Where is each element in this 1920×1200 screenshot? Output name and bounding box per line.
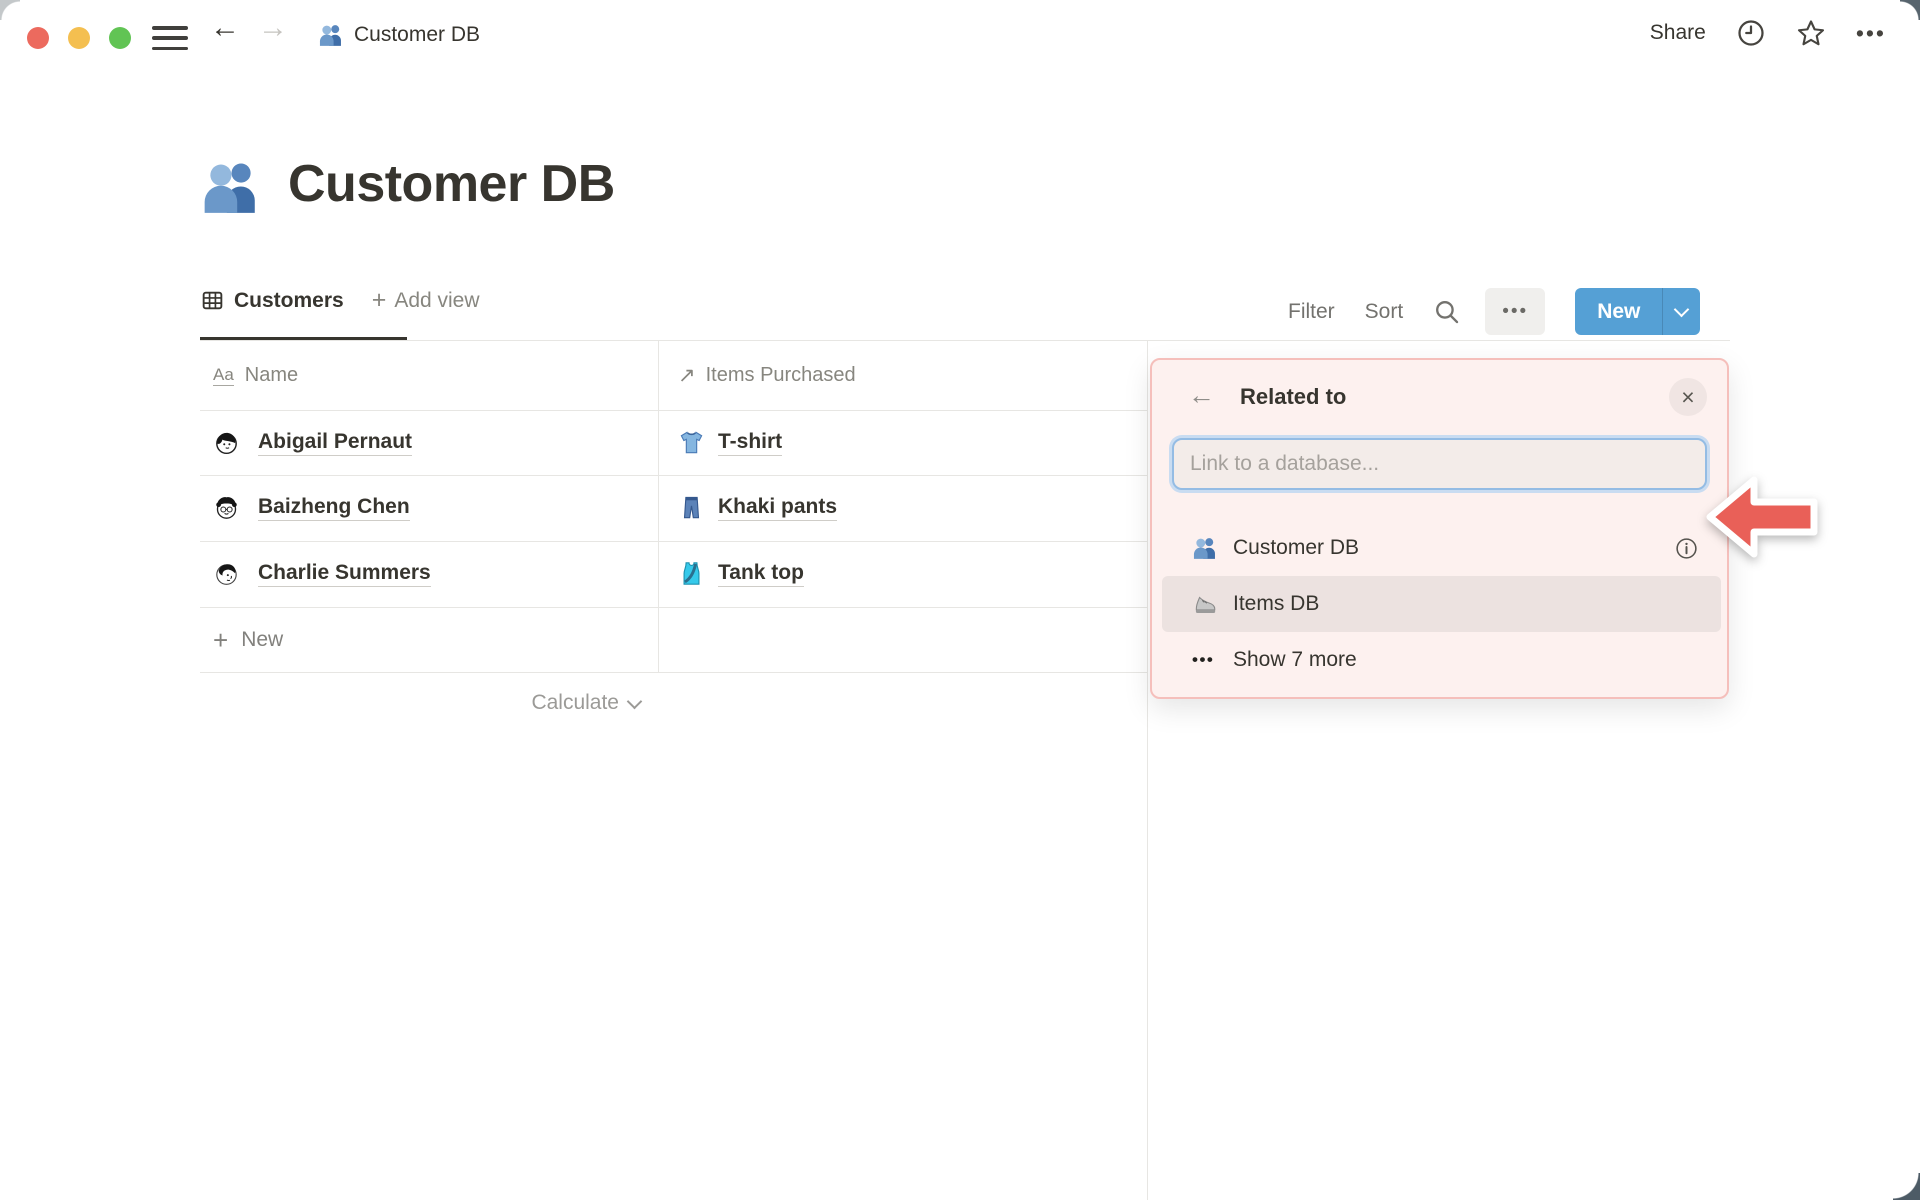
close-icon[interactable]: × bbox=[1669, 378, 1707, 416]
minimize-window-button[interactable] bbox=[68, 27, 90, 49]
row-name-link[interactable]: Charlie Summers bbox=[213, 560, 431, 587]
show-more-button[interactable]: ••• Show 7 more bbox=[1162, 632, 1721, 688]
related-to-popup: ← Related to × Customer DB Items DB ••• … bbox=[1150, 358, 1729, 699]
info-icon[interactable] bbox=[1674, 536, 1699, 561]
row-divider bbox=[200, 541, 1147, 542]
calculate-button[interactable]: Calculate bbox=[200, 672, 643, 734]
row-item-label: Tank top bbox=[718, 561, 804, 587]
tshirt-icon bbox=[678, 429, 705, 456]
new-button[interactable]: New bbox=[1575, 288, 1662, 335]
window-controls bbox=[27, 27, 131, 49]
row-divider bbox=[200, 410, 1147, 411]
row-name-label: Charlie Summers bbox=[258, 561, 431, 587]
table-row: Baizheng Chen Khaki pants bbox=[200, 475, 1147, 540]
row-divider bbox=[200, 475, 1147, 476]
row-name-link[interactable]: Baizheng Chen bbox=[213, 494, 410, 521]
link-database-input[interactable] bbox=[1172, 438, 1707, 490]
chevron-down-icon bbox=[1674, 301, 1690, 317]
option-label: Items DB bbox=[1233, 592, 1320, 615]
row-item-label: T-shirt bbox=[718, 430, 783, 456]
forward-icon[interactable]: → bbox=[258, 13, 288, 43]
row-name-label: Abigail Pernaut bbox=[258, 430, 413, 456]
ellipsis-icon: ••• bbox=[1502, 300, 1529, 322]
avatar-icon bbox=[213, 494, 240, 521]
tab-customers[interactable]: Customers bbox=[200, 288, 344, 313]
more-options-icon[interactable]: ••• bbox=[1856, 20, 1886, 47]
plus-icon: + bbox=[213, 624, 229, 655]
row-name-link[interactable]: Abigail Pernaut bbox=[213, 429, 413, 456]
breadcrumb-label: Customer DB bbox=[354, 23, 481, 46]
chevron-down-icon bbox=[626, 693, 643, 709]
popup-title: Related to bbox=[1240, 384, 1347, 409]
favorite-star-icon[interactable] bbox=[1796, 18, 1826, 48]
filter-button[interactable]: Filter bbox=[1288, 300, 1335, 324]
column-name-label: Name bbox=[244, 364, 299, 386]
row-item-label: Khaki pants bbox=[718, 495, 838, 521]
view-tabs: Customers + Add view bbox=[200, 288, 480, 313]
table-row: Charlie Summers Tank top bbox=[200, 541, 1147, 606]
page-icon-people[interactable] bbox=[200, 156, 262, 218]
window-corner bbox=[0, 0, 20, 20]
table-header: Aa Name ↗ Items Purchased bbox=[200, 341, 1147, 410]
notion-window: ← → Customer DB Share ••• Customer DB Cu… bbox=[0, 0, 1920, 1200]
window-corner bbox=[1893, 1173, 1920, 1200]
window-corner bbox=[1900, 0, 1920, 20]
text-property-icon: Aa bbox=[213, 365, 234, 386]
view-options-button[interactable]: ••• bbox=[1485, 288, 1546, 335]
breadcrumb[interactable]: Customer DB bbox=[318, 22, 480, 48]
new-row-label: New bbox=[241, 627, 284, 651]
page-title[interactable]: Customer DB bbox=[288, 154, 615, 214]
updates-clock-icon[interactable] bbox=[1736, 18, 1766, 48]
ellipsis-icon: ••• bbox=[1192, 650, 1215, 669]
row-item-link[interactable]: Tank top bbox=[678, 560, 804, 587]
shoe-icon bbox=[1192, 591, 1218, 617]
search-icon[interactable] bbox=[1433, 298, 1461, 326]
back-icon[interactable]: ← bbox=[210, 13, 240, 43]
tab-customers-label: Customers bbox=[234, 288, 344, 312]
show-more-label: Show 7 more bbox=[1233, 648, 1357, 671]
avatar-icon bbox=[213, 429, 240, 456]
column-header-items-purchased[interactable]: ↗ Items Purchased bbox=[658, 341, 1147, 410]
add-view-button[interactable]: + Add view bbox=[372, 288, 480, 313]
share-button[interactable]: Share bbox=[1650, 21, 1706, 45]
option-label: Customer DB bbox=[1233, 536, 1360, 559]
avatar-icon bbox=[213, 560, 240, 587]
database-option-items-db[interactable]: Items DB bbox=[1162, 576, 1721, 632]
new-dropdown-button[interactable] bbox=[1662, 288, 1700, 335]
people-icon bbox=[1192, 535, 1218, 561]
new-button-group: New bbox=[1575, 288, 1701, 335]
add-view-label: Add view bbox=[394, 288, 480, 312]
calculate-label: Calculate bbox=[531, 691, 619, 714]
tanktop-icon bbox=[678, 560, 705, 587]
jeans-icon bbox=[678, 494, 705, 521]
topbar-actions: Share ••• bbox=[1650, 18, 1886, 48]
zoom-window-button[interactable] bbox=[109, 27, 131, 49]
people-icon bbox=[318, 22, 344, 48]
sidebar-toggle-icon[interactable] bbox=[152, 26, 188, 50]
column-header-name[interactable]: Aa Name bbox=[200, 341, 658, 410]
relation-icon: ↗ bbox=[678, 364, 696, 387]
close-window-button[interactable] bbox=[27, 27, 49, 49]
panel-divider bbox=[1147, 341, 1148, 1200]
plus-icon: + bbox=[371, 286, 387, 314]
back-icon[interactable]: ← bbox=[1188, 380, 1215, 411]
row-item-link[interactable]: Khaki pants bbox=[678, 494, 838, 521]
table-row: Abigail Pernaut T-shirt bbox=[200, 410, 1147, 475]
collection-controls: Filter Sort ••• New bbox=[1288, 288, 1701, 335]
new-row-button[interactable]: + New bbox=[200, 607, 1147, 672]
database-option-customer-db[interactable]: Customer DB bbox=[1162, 520, 1721, 576]
table-view-icon bbox=[200, 288, 225, 313]
row-item-link[interactable]: T-shirt bbox=[678, 429, 783, 456]
sort-button[interactable]: Sort bbox=[1365, 300, 1404, 324]
row-name-label: Baizheng Chen bbox=[258, 495, 410, 521]
column-items-label: Items Purchased bbox=[705, 364, 856, 386]
